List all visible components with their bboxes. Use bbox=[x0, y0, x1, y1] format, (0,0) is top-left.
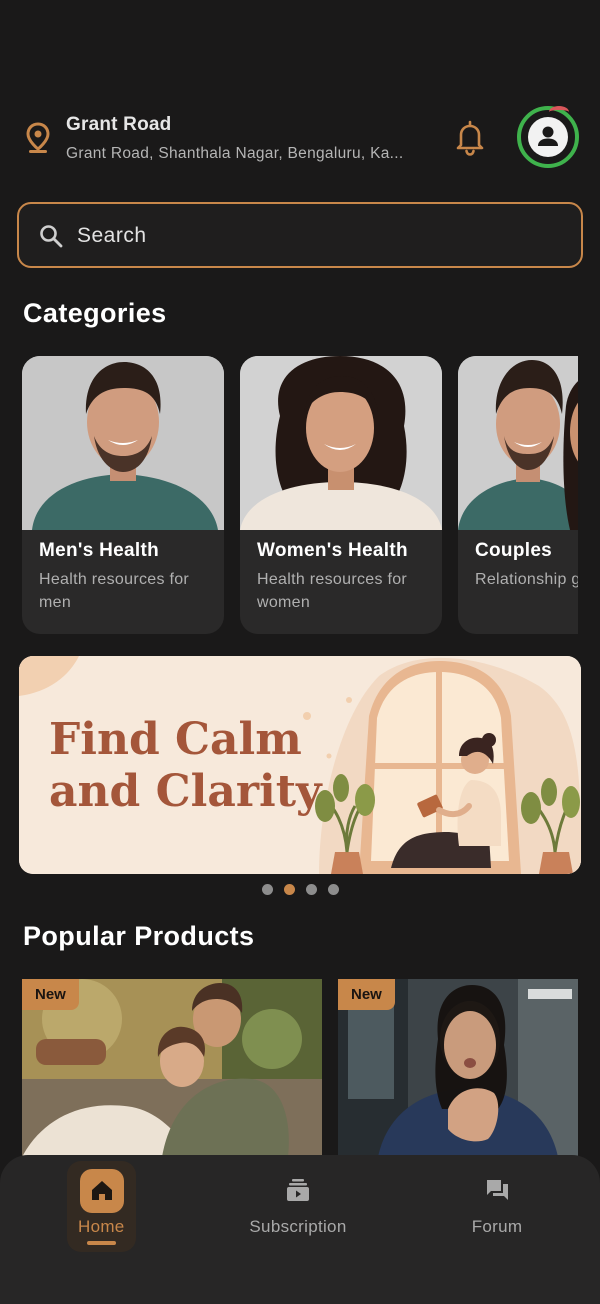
popular-products-title: Popular Products bbox=[23, 921, 255, 951]
active-indicator bbox=[87, 1241, 116, 1245]
pagination-dot-active[interactable] bbox=[284, 884, 295, 895]
categories-title: Categories bbox=[23, 298, 167, 328]
bottom-navigation: Home Subscription Forum bbox=[0, 1155, 600, 1304]
new-badge: New bbox=[22, 979, 79, 1010]
category-card-couples[interactable]: Couples Relationship guidance bbox=[458, 356, 578, 634]
mens-health-photo bbox=[22, 356, 224, 530]
category-name: Men's Health bbox=[39, 540, 160, 561]
product-card[interactable]: New bbox=[22, 979, 322, 1157]
profile-avatar-icon bbox=[528, 117, 568, 157]
nav-label-forum: Forum bbox=[471, 1217, 523, 1236]
location-header: Grant Road Grant Road, Shanthala Nagar, … bbox=[0, 106, 600, 168]
category-desc: Health resources for men bbox=[39, 571, 190, 611]
bell-icon[interactable] bbox=[452, 118, 488, 158]
search-icon bbox=[40, 225, 63, 248]
category-card-womens-health[interactable]: Women's Health Health resources for wome… bbox=[240, 356, 442, 634]
promo-banner[interactable]: Find Calm and Clarity bbox=[19, 656, 581, 874]
subscription-icon bbox=[287, 1179, 309, 1201]
pagination-dot[interactable] bbox=[306, 884, 317, 895]
product-card[interactable]: New bbox=[338, 979, 578, 1157]
pagination-dot[interactable] bbox=[262, 884, 273, 895]
nav-label-home: Home bbox=[78, 1217, 125, 1236]
search-bar[interactable] bbox=[17, 202, 583, 268]
nav-label-subscription: Subscription bbox=[249, 1217, 347, 1236]
category-desc: Health resources for women bbox=[257, 571, 408, 611]
location-address[interactable]: Grant Road, Shanthala Nagar, Bengaluru, … bbox=[66, 145, 404, 163]
category-carousel[interactable]: Men's Health Health resources for men Wo… bbox=[22, 356, 578, 636]
banner-title-line1: Find Calm bbox=[49, 714, 302, 765]
forum-icon bbox=[486, 1180, 508, 1200]
location-pin-icon[interactable] bbox=[24, 122, 52, 154]
new-badge: New bbox=[338, 979, 395, 1010]
profile-avatar[interactable] bbox=[517, 106, 579, 168]
nav-item-subscription[interactable]: Subscription bbox=[238, 1155, 358, 1255]
pagination-dot[interactable] bbox=[328, 884, 339, 895]
womens-health-photo bbox=[240, 356, 442, 530]
category-desc: Relationship guidance bbox=[475, 571, 578, 588]
home-icon bbox=[80, 1169, 124, 1213]
nav-item-forum[interactable]: Forum bbox=[447, 1155, 547, 1255]
location-title[interactable]: Grant Road bbox=[66, 114, 171, 136]
category-name: Women's Health bbox=[257, 540, 408, 561]
search-input[interactable] bbox=[77, 218, 557, 254]
category-card-mens-health[interactable]: Men's Health Health resources for men bbox=[22, 356, 224, 634]
banner-title: Find Calm and Clarity bbox=[49, 714, 322, 818]
category-name: Couples bbox=[475, 540, 553, 561]
couples-photo bbox=[458, 356, 578, 530]
banner-title-line2: and Clarity bbox=[49, 766, 322, 817]
